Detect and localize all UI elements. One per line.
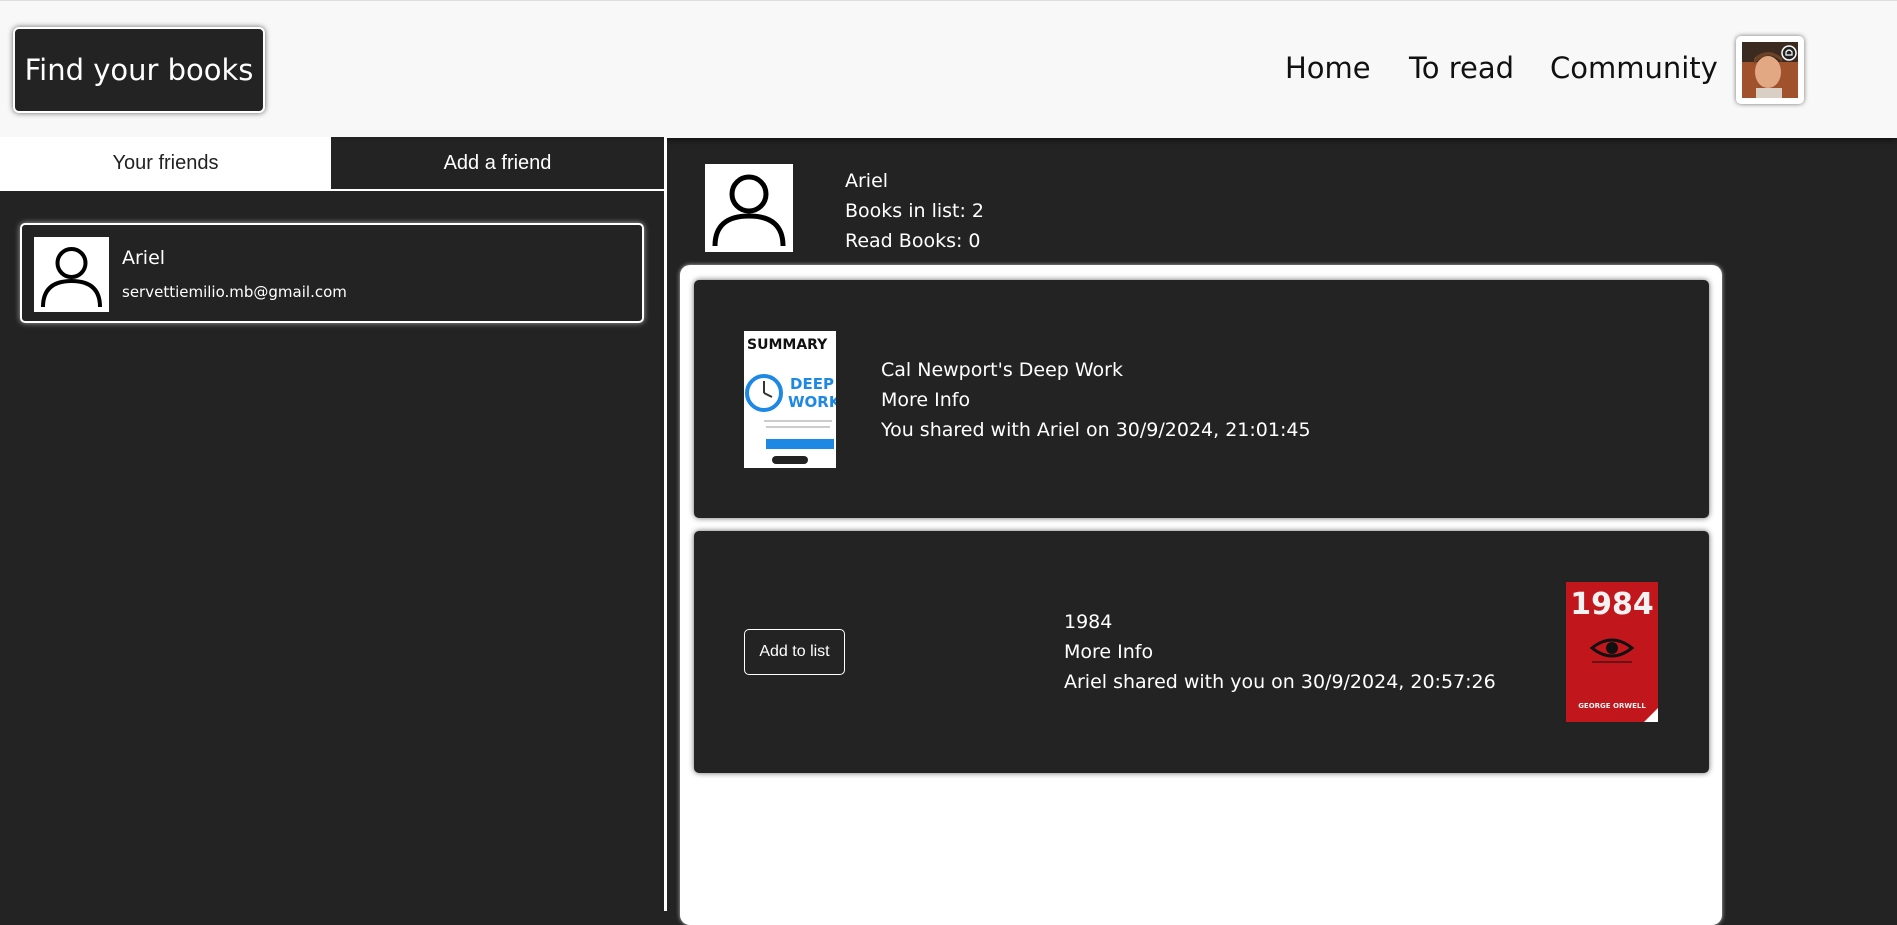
shared-note: Ariel shared with you on 30/9/2024, 20:5…	[1064, 671, 1496, 693]
read-books-count: Read Books: 0	[845, 230, 981, 252]
profile-info: Ariel Books in list: 2 Read Books: 0	[845, 166, 984, 256]
nav-community-link[interactable]: Community	[1550, 51, 1718, 85]
brand-button[interactable]: Find your books	[13, 27, 265, 113]
nav-to-read-link[interactable]: To read	[1409, 51, 1514, 85]
user-placeholder-icon	[34, 237, 109, 312]
shared-note: You shared with Ariel on 30/9/2024, 21:0…	[881, 419, 1311, 441]
book-info: 1984 More Info Ariel shared with you on …	[1064, 607, 1496, 697]
book-title: 1984	[1064, 611, 1113, 633]
user-avatar-button[interactable]	[1736, 36, 1804, 104]
top-navbar: Find your books Home To read Community	[0, 0, 1897, 138]
friends-panel: Your friends Add a friend Ariel servetti…	[0, 137, 667, 911]
friend-name: Ariel	[122, 247, 166, 269]
tab-your-friends[interactable]: Your friends	[0, 137, 331, 189]
cover-author-text: GEORGE ORWELL	[1578, 702, 1646, 710]
more-info-link[interactable]: More Info	[881, 385, 1311, 415]
add-to-list-button[interactable]: Add to list	[744, 629, 845, 675]
cover-summary-text: SUMMARY	[747, 337, 828, 353]
books-in-list-count: Books in list: 2	[845, 200, 985, 222]
book-info: Cal Newport's Deep Work More Info You sh…	[881, 355, 1311, 445]
cover-deep-text: DEEP	[790, 375, 834, 393]
cover-title-text: 1984	[1570, 587, 1654, 622]
friend-email: servettiemilio.mb@gmail.com	[122, 283, 347, 301]
book-cover-1984[interactable]: 1984 GEORGE ORWELL	[1566, 582, 1658, 722]
user-avatar	[1742, 42, 1798, 98]
tab-add-friend[interactable]: Add a friend	[331, 137, 664, 189]
tabs-divider	[0, 189, 664, 191]
book-cover-deep-work[interactable]: SUMMARY DEEP WORK	[744, 331, 836, 468]
book-title: Cal Newport's Deep Work	[881, 359, 1123, 381]
profile-placeholder-icon	[705, 164, 793, 252]
more-info-link[interactable]: More Info	[1064, 637, 1496, 667]
friend-card[interactable]: Ariel servettiemilio.mb@gmail.com	[20, 223, 644, 323]
nav-home-link[interactable]: Home	[1285, 51, 1371, 85]
cover-work-text: WORK	[788, 393, 836, 411]
profile-name: Ariel	[845, 170, 889, 192]
